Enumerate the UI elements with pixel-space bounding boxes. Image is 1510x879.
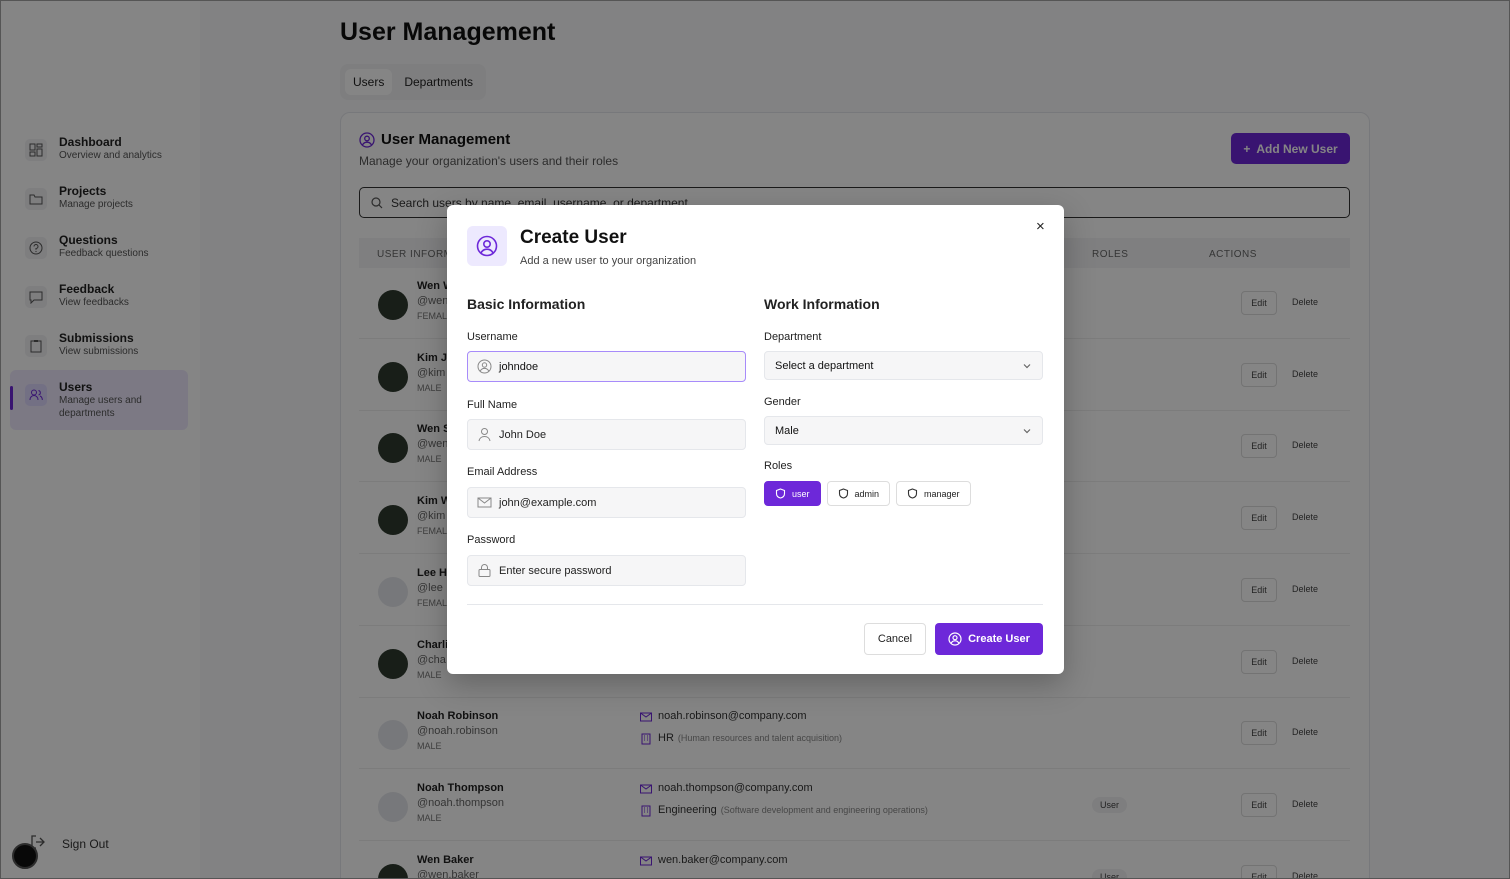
work-information-heading: Work Information (764, 296, 880, 312)
shield-icon (838, 488, 848, 499)
gender-select[interactable]: Male (764, 416, 1043, 445)
mail-icon (477, 497, 492, 508)
department-select[interactable]: Select a department (764, 351, 1043, 380)
role-manager-label: manager (924, 488, 960, 499)
username-value: johndoe (499, 361, 539, 373)
user-circle-icon (477, 359, 492, 374)
close-icon[interactable]: × (1036, 218, 1045, 235)
username-label: Username (467, 331, 518, 343)
user-circle-icon (467, 226, 507, 266)
email-placeholder: john@example.com (499, 497, 597, 509)
full-name-placeholder: John Doe (499, 429, 547, 441)
shield-icon (907, 488, 918, 499)
role-user-toggle[interactable]: user (764, 481, 821, 506)
basic-information-heading: Basic Information (467, 296, 586, 312)
user-circle-icon (948, 632, 962, 646)
role-manager-toggle[interactable]: manager (896, 481, 971, 506)
email-field[interactable]: john@example.com (467, 487, 746, 518)
roles-group: user admin manager (764, 481, 971, 506)
app: Dashboard Overview and analytics Project… (0, 0, 1510, 879)
password-label: Password (467, 534, 516, 546)
create-user-dialog: × Create User Add a new user to your org… (447, 205, 1064, 674)
shield-icon (775, 488, 786, 499)
user-icon (478, 428, 491, 442)
roles-label: Roles (764, 460, 793, 472)
email-label: Email Address (467, 466, 538, 478)
create-user-button[interactable]: Create User (935, 623, 1043, 655)
dialog-subtitle: Add a new user to your organization (520, 255, 697, 267)
password-placeholder: Enter secure password (499, 565, 612, 577)
create-user-label: Create User (968, 633, 1030, 645)
dialog-title: Create User (520, 227, 627, 248)
username-field[interactable]: johndoe (467, 351, 746, 382)
full-name-label: Full Name (467, 399, 518, 411)
dialog-divider (467, 604, 1043, 605)
chevron-down-icon (1023, 364, 1031, 369)
role-admin-toggle[interactable]: admin (826, 481, 891, 506)
role-admin-label: admin (854, 488, 880, 499)
password-field[interactable]: Enter secure password (467, 555, 746, 586)
cancel-button[interactable]: Cancel (864, 623, 926, 655)
role-user-label: user (792, 488, 810, 499)
chevron-down-icon (1023, 429, 1031, 434)
lock-icon (478, 564, 491, 577)
department-value: Select a department (775, 360, 874, 372)
gender-value: Male (775, 425, 799, 437)
department-label: Department (764, 331, 822, 343)
gender-label: Gender (764, 396, 801, 408)
full-name-field[interactable]: John Doe (467, 419, 746, 450)
